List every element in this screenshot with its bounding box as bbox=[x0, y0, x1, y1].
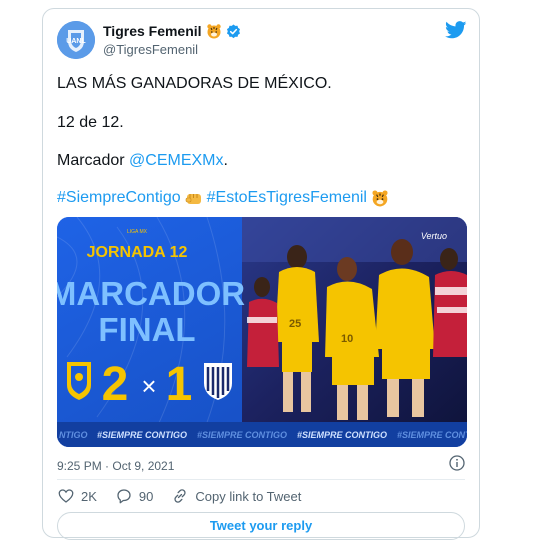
score-separator: × bbox=[141, 371, 156, 401]
tigres-logo-avatar: UANL bbox=[57, 21, 95, 59]
verified-icon bbox=[226, 23, 240, 38]
tigres-crest-icon bbox=[67, 362, 91, 400]
like-count: 2K bbox=[81, 488, 97, 504]
tweet-text-line-2: 12 de 12. bbox=[57, 114, 124, 131]
away-score: 1 bbox=[166, 358, 193, 411]
title-line-1: MARCADOR bbox=[57, 275, 245, 312]
svg-text:UANL: UANL bbox=[66, 38, 86, 45]
match-result-graphic: 25 10 Vertuo LIGA MX JORNADA 12 MARCADOR… bbox=[57, 217, 467, 447]
tweet-timestamp[interactable]: 9:25 PM · Oct 9, 2021 bbox=[57, 459, 174, 473]
link-icon bbox=[174, 489, 186, 503]
ticker-item: #SIEMPRE CONTIGO bbox=[297, 430, 387, 440]
tiger-emoji-icon bbox=[372, 190, 388, 207]
ticker-item: #SIEMPRE CONTIGO bbox=[397, 430, 467, 440]
hashtag-link[interactable]: #EstoEsTigresFemenil bbox=[207, 189, 367, 207]
tweet-text-suffix: . bbox=[223, 152, 228, 169]
tweet-text-prefix: Marcador bbox=[57, 152, 130, 169]
divider bbox=[57, 479, 465, 480]
tiger-emoji-icon bbox=[206, 24, 221, 39]
ticker-item: #SIEMPRE CONTIGO bbox=[97, 430, 187, 440]
hashtags-line: #SiempreContigo #EstoEsTigresFemenil bbox=[57, 189, 389, 207]
fist-emoji-icon bbox=[185, 194, 201, 204]
title-line-2: FINAL bbox=[98, 311, 195, 348]
info-icon[interactable] bbox=[449, 455, 465, 471]
hashtag-link[interactable]: #SiempreContigo bbox=[57, 189, 181, 207]
tweet-text-line-1: LAS MÁS GANADORAS DE MÉXICO. bbox=[57, 75, 332, 92]
twitter-bird-icon[interactable] bbox=[445, 21, 467, 39]
display-name[interactable]: Tigres Femenil bbox=[103, 23, 202, 39]
jornada-label: JORNADA 12 bbox=[87, 244, 188, 261]
tweet-your-reply-button[interactable]: Tweet your reply bbox=[57, 512, 465, 540]
ticker-item: #SIEMPRE CONTIGO bbox=[197, 430, 287, 440]
reply-count: 90 bbox=[138, 488, 154, 504]
reply-icon bbox=[117, 489, 131, 504]
reply-button[interactable]: 90 bbox=[115, 487, 153, 505]
brand-watermark: Vertuo bbox=[421, 231, 447, 241]
league-label: LIGA MX bbox=[127, 229, 148, 235]
home-score: 2 bbox=[102, 358, 129, 411]
like-button[interactable]: 2K bbox=[57, 487, 97, 505]
author-handle[interactable]: @TigresFemenil bbox=[103, 42, 198, 57]
svg-text:25: 25 bbox=[289, 318, 301, 330]
tweet-actions: 2K 90 Copy link to Tweet bbox=[57, 487, 301, 505]
author-name-row: Tigres Femenil bbox=[103, 23, 241, 39]
tweet-media-image[interactable]: 25 10 Vertuo LIGA MX JORNADA 12 MARCADOR… bbox=[57, 217, 467, 447]
mention-link[interactable]: @CEMEXMx bbox=[129, 152, 223, 169]
avatar[interactable]: UANL bbox=[57, 21, 95, 59]
svg-text:10: 10 bbox=[341, 333, 353, 345]
heart-icon bbox=[58, 489, 74, 503]
tweet-text-line-3: Marcador @CEMEXMx. bbox=[57, 152, 228, 170]
ticker-item: NTIGO bbox=[59, 430, 88, 440]
copy-link-button[interactable]: Copy link to Tweet bbox=[171, 487, 301, 505]
tweet-card: UANL Tigres Femenil @TigresFemenil LAS M… bbox=[42, 8, 480, 540]
copy-link-label: Copy link to Tweet bbox=[195, 488, 302, 504]
